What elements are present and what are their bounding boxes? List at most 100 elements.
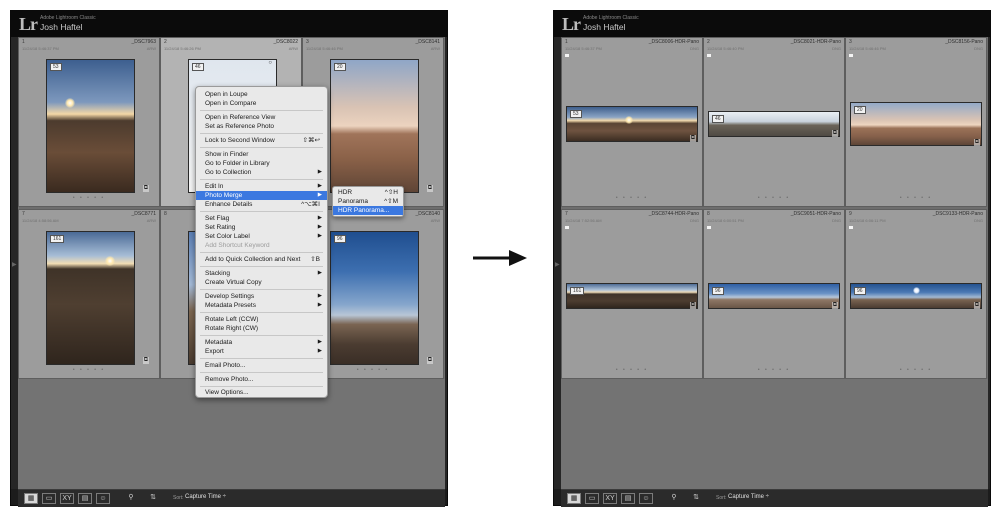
menu-separator: [200, 147, 323, 148]
sort-dropdown[interactable]: Capture Time ÷: [185, 494, 226, 500]
grid-cell[interactable]: 1 11/24/18 5:46:37 PM _DSC8006-HDR-Pano …: [561, 37, 703, 207]
loupe-view-icon[interactable]: ▭: [585, 493, 599, 504]
menu-item-metadata[interactable]: Metadata ▶: [196, 338, 327, 347]
edit-badge-icon[interactable]: ⧉: [831, 130, 838, 137]
grid-cell[interactable]: 2 11/24/18 5:46:40 PM _DSC8021-HDR-Pano …: [703, 37, 845, 207]
photo-thumbnail[interactable]: 96: [850, 283, 982, 309]
sort-direction-icon[interactable]: ⇅: [689, 493, 703, 504]
panel-expand-icon[interactable]: ▶: [12, 261, 17, 268]
rating-dots[interactable]: • • • • •: [19, 367, 159, 373]
compare-view-icon[interactable]: XY: [603, 493, 617, 504]
rating-dots[interactable]: • • • • •: [846, 367, 986, 373]
menu-item-set-as-reference-photo[interactable]: Set as Reference Photo: [196, 122, 327, 131]
photo-thumbnail[interactable]: 53: [46, 59, 135, 193]
rating-dots[interactable]: • • • • •: [704, 195, 844, 201]
people-view-icon[interactable]: ☺: [639, 493, 653, 504]
left-panel-collapsed[interactable]: ▶: [11, 37, 18, 489]
flag-icon[interactable]: [565, 54, 569, 57]
loupe-view-icon[interactable]: ▭: [42, 493, 56, 504]
photo-thumbnail[interactable]: 96: [708, 283, 840, 309]
survey-view-icon[interactable]: ▤: [621, 493, 635, 504]
menu-item-open-in-reference-view[interactable]: Open in Reference View: [196, 113, 327, 122]
rating-dots[interactable]: • • • • •: [562, 367, 702, 373]
photo-thumbnail[interactable]: 20: [330, 59, 419, 193]
menu-item-export[interactable]: Export ▶: [196, 347, 327, 356]
edit-badge-icon[interactable]: ⧉: [689, 302, 696, 309]
grid-view-icon[interactable]: ▦: [567, 493, 581, 504]
menu-item-email-photo[interactable]: Email Photo...: [196, 361, 327, 370]
photo-thumbnail[interactable]: 96: [330, 231, 419, 365]
photo-thumbnail[interactable]: 46: [708, 111, 840, 137]
menu-item-go-to-collection[interactable]: Go to Collection ▶: [196, 168, 327, 177]
library-toolbar: ▦ ▭ XY ▤ ☺ ⚲ ⇅ Sort: Capture Time ÷: [18, 489, 445, 507]
edit-badge-icon[interactable]: ⧉: [426, 185, 433, 192]
sort-dropdown[interactable]: Capture Time ÷: [728, 494, 769, 500]
people-view-icon[interactable]: ☺: [96, 493, 110, 504]
photo-thumbnail[interactable]: 20: [850, 102, 982, 146]
menu-item-stacking[interactable]: Stacking ▶: [196, 269, 327, 278]
photo-thumbnail[interactable]: 161: [46, 231, 135, 365]
rating-dots[interactable]: • • • • •: [19, 195, 159, 201]
menu-item-set-rating[interactable]: Set Rating ▶: [196, 223, 327, 232]
menu-item-open-in-compare[interactable]: Open in Compare: [196, 99, 327, 108]
menu-item-open-in-loupe[interactable]: Open in Loupe: [196, 90, 327, 99]
survey-view-icon[interactable]: ▤: [78, 493, 92, 504]
submenu-item-hdr[interactable]: HDR ^⇧H: [333, 188, 403, 197]
edit-badge-icon[interactable]: ⧉: [973, 139, 980, 146]
cell-filename: _DSC7963: [131, 39, 156, 45]
edit-badge-icon[interactable]: ⧉: [142, 185, 149, 192]
grid-cell[interactable]: 9 11/24/18 6:06:11 PM _DSC9133-HDR-Pano …: [845, 209, 987, 379]
cell-index: 7: [565, 211, 568, 217]
grid-cell[interactable]: 7 11/24/18 7:52:56 AM _DSC8744-HDR-Pano …: [561, 209, 703, 379]
panel-expand-icon[interactable]: ▶: [555, 261, 560, 268]
edit-badge-icon[interactable]: ⧉: [689, 135, 696, 142]
rating-dots[interactable]: • • • • •: [846, 195, 986, 201]
flag-icon[interactable]: [565, 226, 569, 229]
grid-view-icon[interactable]: ▦: [24, 493, 38, 504]
cell-date: 11/24/18 5:46:26 PM: [164, 46, 201, 51]
menu-item-lock-to-second-window[interactable]: Lock to Second Window ⇧⌘↩: [196, 136, 327, 145]
flag-icon[interactable]: [707, 54, 711, 57]
cell-date: 11/24/18 4:58:56 AM: [22, 218, 59, 223]
flag-icon[interactable]: [849, 54, 853, 57]
left-panel-collapsed[interactable]: ▶: [554, 37, 561, 489]
menu-item-edit-in[interactable]: Edit In ▶: [196, 182, 327, 191]
sort-direction-icon[interactable]: ⇅: [146, 493, 160, 504]
menu-item-metadata-presets[interactable]: Metadata Presets ▶: [196, 301, 327, 310]
edit-badge-icon[interactable]: ⧉: [973, 302, 980, 309]
edit-badge-icon[interactable]: ⧉: [142, 357, 149, 364]
submenu-item-hdr-panorama[interactable]: HDR Panorama...: [333, 206, 403, 215]
grid-cell[interactable]: 7 11/24/18 4:58:56 AM _DSC8771 ARW 161 ⧉…: [18, 209, 160, 379]
context-menu: Open in Loupe Open in Compare Open in Re…: [195, 86, 328, 398]
painter-icon[interactable]: ⚲: [126, 493, 136, 504]
menu-item-photo-merge[interactable]: Photo Merge ▶: [196, 191, 327, 200]
menu-item-remove-photo[interactable]: Remove Photo...: [196, 375, 327, 384]
grid-cell[interactable]: 1 11/24/18 5:46:37 PM _DSC7963 ARW 53 ⧉ …: [18, 37, 160, 207]
menu-item-create-virtual-copy[interactable]: Create Virtual Copy: [196, 278, 327, 287]
rating-dots[interactable]: • • • • •: [704, 367, 844, 373]
rating-dots[interactable]: • • • • •: [562, 195, 702, 201]
menu-item-show-in-finder[interactable]: Show in Finder: [196, 150, 327, 159]
flag-icon[interactable]: [707, 226, 711, 229]
menu-item-set-color-label[interactable]: Set Color Label ▶: [196, 232, 327, 241]
painter-icon[interactable]: ⚲: [669, 493, 679, 504]
flag-icon[interactable]: [849, 226, 853, 229]
photo-thumbnail[interactable]: 161: [566, 283, 698, 309]
compare-view-icon[interactable]: XY: [60, 493, 74, 504]
menu-item-add-to-quick-collection[interactable]: Add to Quick Collection and Next ⇧B: [196, 255, 327, 264]
menu-item-set-flag[interactable]: Set Flag ▶: [196, 214, 327, 223]
grid-cell[interactable]: 8 11/24/18 6:00:51 PM _DSC9051-HDR-Pano …: [703, 209, 845, 379]
menu-item-view-options[interactable]: View Options...: [196, 388, 327, 397]
photo-thumbnail[interactable]: 53: [566, 106, 698, 142]
submenu-arrow-icon: ▶: [317, 233, 322, 239]
menu-item-enhance-details[interactable]: Enhance Details ^⌥⌘I: [196, 200, 327, 209]
edit-badge-icon[interactable]: ⧉: [426, 357, 433, 364]
edit-badge-icon[interactable]: ⧉: [831, 302, 838, 309]
menu-item-rotate-right[interactable]: Rotate Right (CW): [196, 324, 327, 333]
quick-collection-circle-icon[interactable]: ○: [267, 60, 273, 66]
menu-item-go-to-folder[interactable]: Go to Folder in Library: [196, 159, 327, 168]
menu-item-rotate-left[interactable]: Rotate Left (CCW): [196, 315, 327, 324]
menu-item-develop-settings[interactable]: Develop Settings ▶: [196, 292, 327, 301]
submenu-item-panorama[interactable]: Panorama ^⇧M: [333, 197, 403, 206]
grid-cell[interactable]: 3 11/24/18 5:46:46 PM _DSC8156-Pano DNG …: [845, 37, 987, 207]
